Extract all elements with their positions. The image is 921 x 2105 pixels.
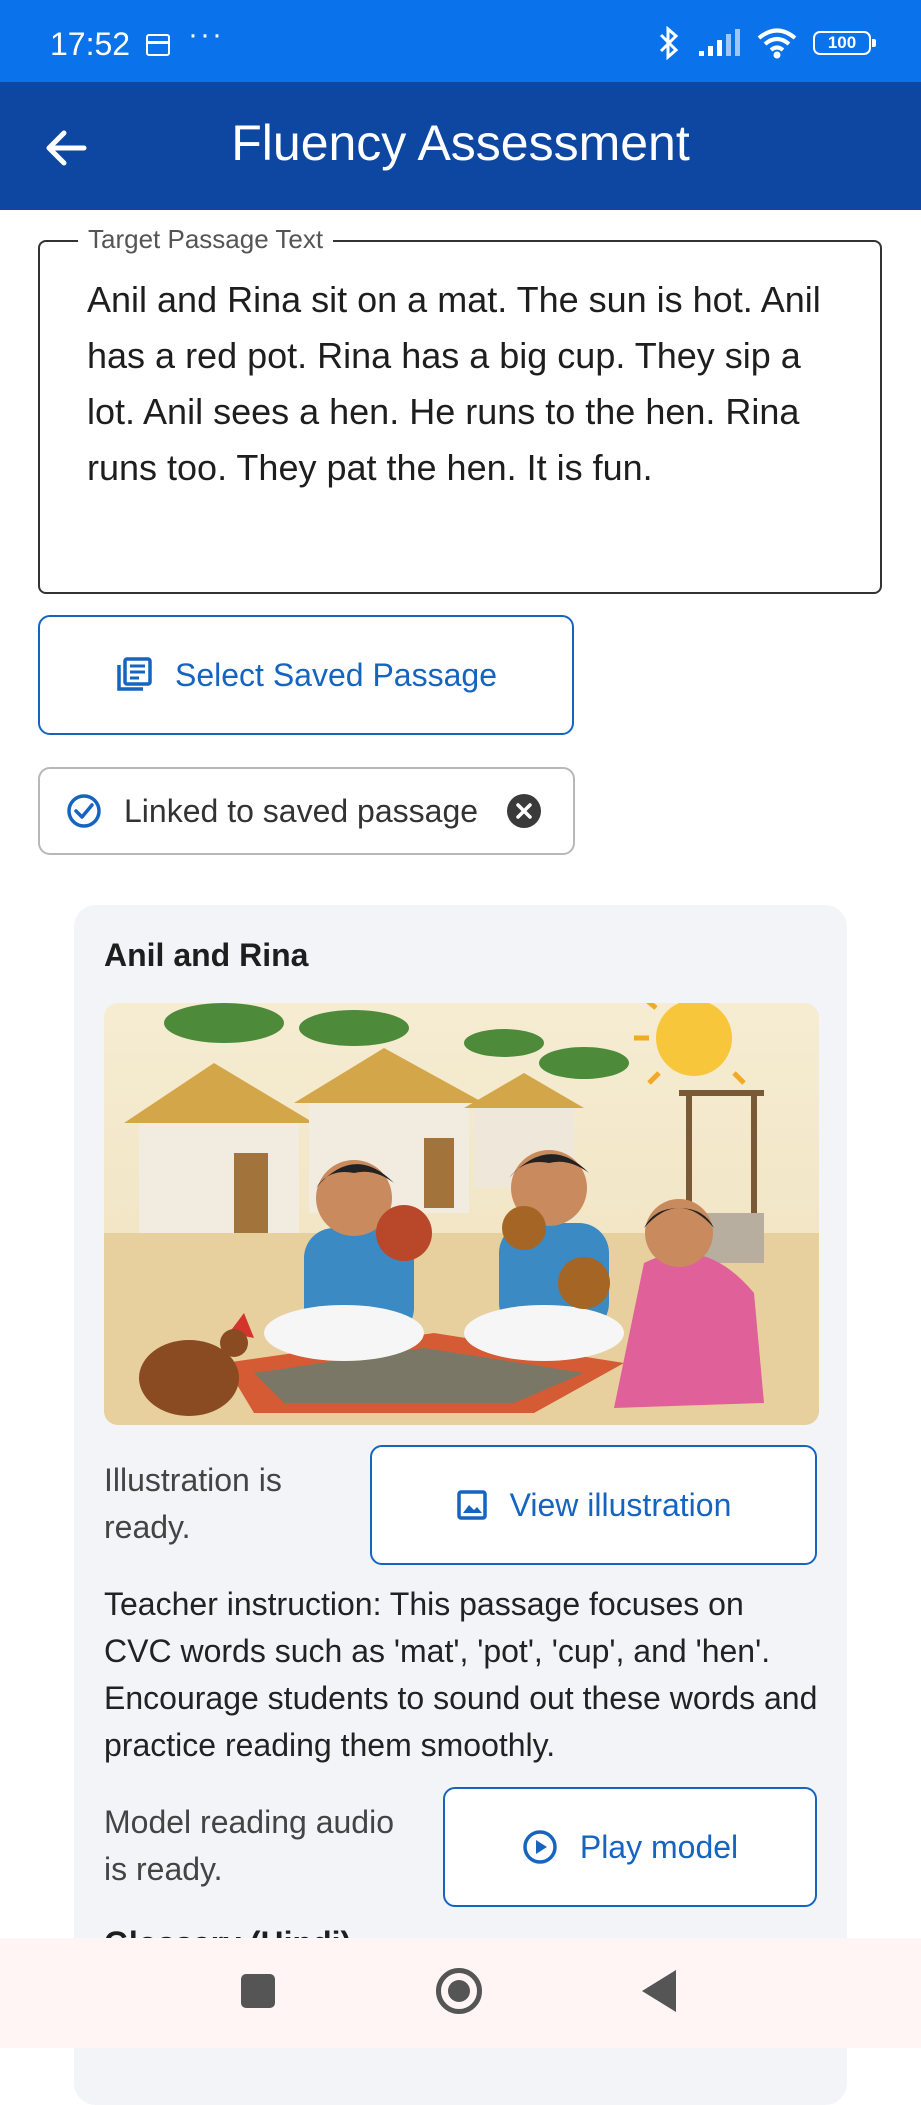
more-notifications-icon: ··· (188, 18, 224, 51)
view-illustration-label: View illustration (509, 1486, 732, 1523)
check-circle-icon (67, 794, 101, 828)
audio-status: Model reading audio is ready. (104, 1804, 394, 1887)
cellular-signal-icon (699, 29, 740, 56)
system-navigation-bar (0, 1938, 921, 2048)
image-icon (456, 1490, 487, 1520)
passage-title: Anil and Rina (104, 937, 309, 973)
linked-passage-label: Linked to saved passage (124, 792, 479, 829)
bluetooth-icon (659, 26, 679, 60)
system-back-button[interactable] (642, 1970, 676, 2012)
recents-button[interactable] (241, 1974, 275, 2008)
play-circle-icon (523, 1830, 557, 1864)
status-icons: 100 (655, 26, 876, 60)
illustration-image (104, 1003, 819, 1425)
view-illustration-button[interactable]: View illustration (370, 1445, 817, 1565)
passage-field-label: Target Passage Text (78, 224, 334, 255)
passage-card: Anil and Rina Illustration is ready. Vie… (74, 905, 847, 2105)
passage-illustration[interactable] (104, 1003, 819, 1425)
cancel-icon[interactable] (506, 793, 542, 829)
play-model-label: Play model (579, 1828, 739, 1865)
library-books-icon (117, 657, 152, 691)
illustration-status: Illustration is ready. (104, 1462, 282, 1545)
home-button[interactable] (436, 1968, 482, 2014)
play-model-button[interactable]: Play model (443, 1787, 817, 1907)
select-saved-passage-button[interactable]: Select Saved Passage (38, 615, 574, 735)
teacher-instruction: Teacher instruction: This passage focuse… (104, 1586, 818, 1763)
passage-text-field[interactable]: Target Passage Text Anil and Rina sit on… (38, 224, 882, 594)
page-title: Fluency Assessment (231, 115, 690, 171)
app-bar: Fluency Assessment (0, 82, 921, 210)
wifi-icon (757, 28, 797, 59)
status-bar: 17:52 ··· 100 (0, 0, 921, 82)
battery-icon: 100 (813, 31, 876, 55)
linked-passage-chip: Linked to saved passage (38, 767, 575, 855)
calendar-icon (146, 34, 170, 56)
status-time: 17:52 (50, 26, 131, 62)
passage-text[interactable]: Anil and Rina sit on a mat. The sun is h… (87, 272, 840, 496)
select-saved-passage-label: Select Saved Passage (175, 656, 497, 693)
